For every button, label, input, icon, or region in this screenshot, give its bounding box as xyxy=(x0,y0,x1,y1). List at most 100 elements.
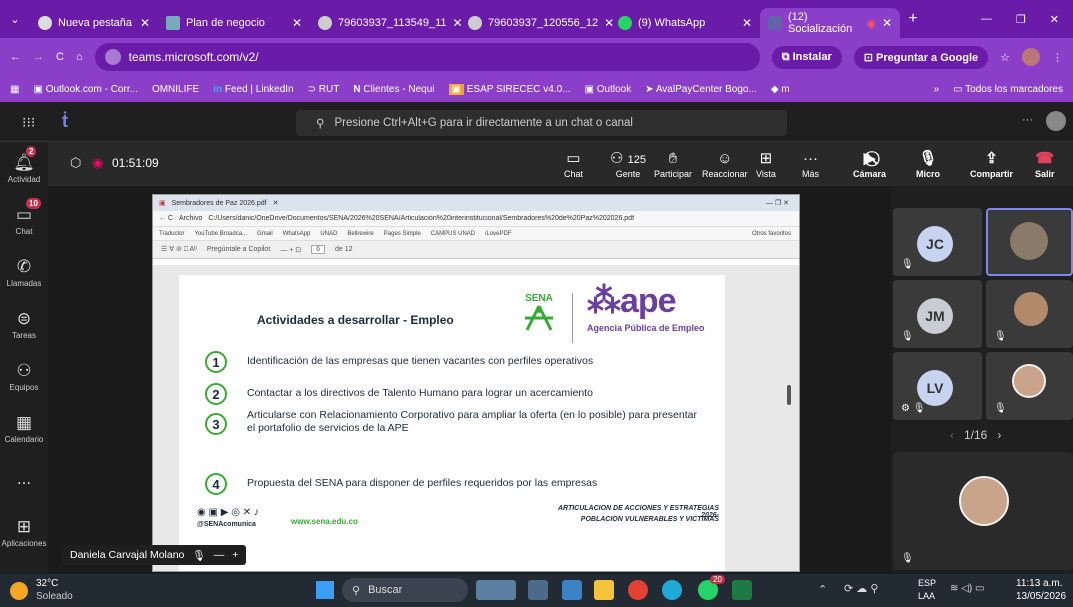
participant-tile[interactable]: JM 🎙︎ xyxy=(893,280,982,348)
back-icon[interactable]: ← xyxy=(10,51,21,63)
tab-plan-de-negocio[interactable]: Plan de negocio ✕ xyxy=(158,8,310,38)
people-button[interactable]: ⚇ 125 Gente xyxy=(610,142,646,186)
tray-chevron-icon[interactable]: ⌃ xyxy=(818,583,827,596)
widgets-icon[interactable] xyxy=(476,580,516,600)
pdf-viewer: Actividades a desarrollar - Empleo SENA … xyxy=(153,265,799,571)
bookmark-item[interactable]: in Feed | LinkedIn xyxy=(213,84,293,95)
share-button[interactable]: ⇪ Compartir xyxy=(970,142,1013,186)
sena-logo: SENA xyxy=(519,293,559,333)
close-icon[interactable]: ✕ xyxy=(292,16,302,30)
rail-more[interactable]: ... xyxy=(0,454,48,506)
forward-icon[interactable]: → xyxy=(33,51,44,63)
rail-calendario[interactable]: ▦ Calendario xyxy=(0,402,48,454)
raise-hand-button[interactable]: ✋︎ Participar xyxy=(654,142,692,186)
gallery-pager: ‹ 1/16 › xyxy=(950,428,1002,442)
excel-icon[interactable] xyxy=(732,580,752,600)
bookmark-item[interactable]: ◆ m xyxy=(771,84,790,95)
view-button[interactable]: ⊞ Vista xyxy=(756,142,776,186)
app-launcher-icon[interactable]: ⁝⁝⁝ xyxy=(22,114,35,131)
participant-tile[interactable]: 🎙︎ xyxy=(986,280,1073,348)
prev-page-icon[interactable]: ‹ xyxy=(950,428,954,442)
install-button[interactable]: ⧉ Instalar xyxy=(771,45,842,69)
rail-chat[interactable]: ▭ 10 Chat xyxy=(0,194,48,246)
windows-start-icon[interactable] xyxy=(316,581,334,599)
task-view-icon[interactable] xyxy=(528,580,548,600)
tray-app-icons[interactable]: ⟳ ☁ ⚲ xyxy=(844,582,878,595)
profile-avatar[interactable] xyxy=(1022,48,1040,66)
participant-tile-speaking[interactable] xyxy=(986,208,1073,276)
ask-google-button[interactable]: ⊡ Preguntar a Google xyxy=(853,45,989,69)
mic-off-icon: 🎙︎ xyxy=(901,553,914,564)
avatar: JC xyxy=(917,226,953,262)
file-explorer-icon[interactable] xyxy=(594,580,614,600)
bookmark-item[interactable]: ▣ Outlook.com - Corr... xyxy=(33,84,137,95)
rail-aplicaciones[interactable]: ⊞ Aplicaciones xyxy=(0,506,48,558)
rail-actividad[interactable]: 🔔︎ 2 Actividad xyxy=(0,142,48,194)
star-icon[interactable]: ☆ xyxy=(1000,51,1010,64)
more-bookmarks-button[interactable]: » xyxy=(934,84,940,95)
more-options-icon[interactable]: ··· xyxy=(1022,114,1033,126)
wifi-sound-battery-icons[interactable]: ≋ ◁) ▭ xyxy=(950,583,984,594)
meeting-timer: 01:51:09 xyxy=(112,156,159,170)
tab-file-1[interactable]: 79603937_113549_11 ✕ xyxy=(310,8,463,38)
rail-llamadas[interactable]: ✆ Llamadas xyxy=(0,246,48,298)
phone-icon: ✆ xyxy=(16,256,32,276)
new-tab-button[interactable]: + xyxy=(900,10,926,28)
menu-icon[interactable]: ⋮ xyxy=(1052,51,1063,64)
add-icon[interactable]: + xyxy=(232,549,238,561)
more-button[interactable]: ··· Más xyxy=(802,142,819,186)
bookmark-item[interactable]: ▣ ESAP SIRECEC v4.0... xyxy=(448,83,571,95)
clock[interactable]: 11:13 a.m. xyxy=(1016,578,1063,589)
address-bar[interactable]: teams.microsoft.com/v2/ xyxy=(94,43,760,71)
chat-button[interactable]: ▭ Chat xyxy=(564,142,583,186)
rail-equipos[interactable]: ⚇ Equipos xyxy=(0,350,48,402)
smiley-icon: ☺ xyxy=(717,149,733,167)
bookmark-item[interactable]: ➤ AvalPayCenter Bogo... xyxy=(645,84,757,95)
restore-icon[interactable]: ❐ xyxy=(1016,13,1026,26)
participant-tile[interactable]: LV ⚙︎ 🎙︎ xyxy=(893,352,982,420)
search-input[interactable]: ⚲ Presione Ctrl+Alt+G para ir directamen… xyxy=(296,110,787,136)
mic-button[interactable]: 🎙︎ Micro xyxy=(916,142,940,186)
close-window-icon[interactable]: ✕ xyxy=(1050,13,1059,26)
bookmark-item[interactable]: ⊃ RUT xyxy=(308,84,340,95)
rail-tareas[interactable]: ⊜ Tareas xyxy=(0,298,48,350)
leave-button[interactable]: ☎︎ Salir xyxy=(1035,142,1055,186)
app-icon[interactable] xyxy=(562,580,582,600)
tab-nueva-pestana[interactable]: Nueva pestaña ✕ xyxy=(30,8,158,38)
bookmark-item[interactable]: N Clientes - Nequi xyxy=(353,84,434,95)
tab-socializacion[interactable]: (12) Socialización ◉ ✕ xyxy=(760,8,900,38)
site-info-icon[interactable] xyxy=(104,49,121,65)
close-icon[interactable]: ✕ xyxy=(140,16,150,30)
reload-icon[interactable]: C xyxy=(56,51,64,63)
bookmark-item[interactable]: OMNILIFE xyxy=(152,84,199,95)
react-button[interactable]: ☺ Reaccionar xyxy=(702,142,748,186)
minimize-icon[interactable]: — xyxy=(981,13,992,26)
close-icon[interactable]: ✕ xyxy=(742,16,752,30)
tab-whatsapp[interactable]: (9) WhatsApp ✕ xyxy=(610,8,760,38)
chrome-icon[interactable] xyxy=(628,580,648,600)
more-icon[interactable]: — xyxy=(214,549,225,561)
apps-grid-icon[interactable]: ▦ xyxy=(10,84,19,95)
step-text: Articularse con Relacionamiento Corporat… xyxy=(247,409,697,434)
chat-icon: ▭ xyxy=(566,150,581,167)
ape-subtitle: Agencia Pública de Empleo xyxy=(587,323,705,333)
language-indicator[interactable]: ESP xyxy=(918,578,936,588)
participant-tile[interactable]: JC 🎙︎ xyxy=(893,208,982,276)
pdf-scrollbar[interactable] xyxy=(787,385,791,405)
close-icon[interactable]: ✕ xyxy=(882,16,892,30)
tab-file-2[interactable]: 79603937_120556_12 ✕ xyxy=(460,8,614,38)
all-bookmarks-folder[interactable]: ▭ Todos los marcadores xyxy=(953,84,1063,95)
camera-button[interactable]: ▶︎⃠ Cámara xyxy=(853,142,886,186)
edge-icon[interactable] xyxy=(662,580,682,600)
next-page-icon[interactable]: › xyxy=(997,428,1001,442)
self-view-tile[interactable]: 🎙︎ xyxy=(893,452,1073,570)
avatar: LV xyxy=(917,370,953,406)
tab-search-icon[interactable]: ⌄ xyxy=(0,13,30,26)
ape-logo: ⁂ape xyxy=(587,282,677,320)
home-icon[interactable]: ⌂ xyxy=(76,51,83,63)
taskbar-search[interactable]: ⚲ Buscar xyxy=(342,578,468,602)
bookmark-item[interactable]: ▣ Outlook xyxy=(585,84,632,95)
user-avatar[interactable] xyxy=(1046,111,1066,131)
participant-tile[interactable]: 🎙︎ xyxy=(986,352,1073,420)
browser-navbar: ← → C ⌂ teams.microsoft.com/v2/ ⧉ Instal… xyxy=(0,38,1073,76)
